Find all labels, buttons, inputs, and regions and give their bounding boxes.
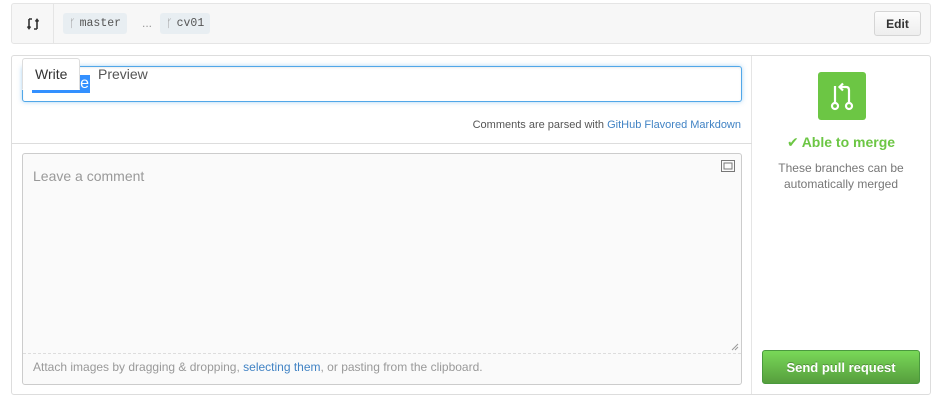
merge-status: ✔ Able to merge xyxy=(752,134,930,151)
check-icon: ✔ xyxy=(786,135,799,151)
fullscreen-icon[interactable] xyxy=(721,160,735,172)
base-branch-name: master xyxy=(79,17,122,30)
resize-handle-icon[interactable] xyxy=(731,343,739,351)
comment-editor: Leave a comment Attach images by draggin… xyxy=(22,153,742,385)
pull-request-form: riesenie Write Preview Comments are pars… xyxy=(11,55,931,395)
merge-status-text: Able to merge xyxy=(801,134,896,150)
compare-icon-cell xyxy=(12,4,54,43)
comment-textarea[interactable]: Leave a comment xyxy=(23,154,741,354)
markdown-note-text: Comments are parsed with xyxy=(472,119,608,131)
git-branch-icon: ᚴ xyxy=(69,17,76,30)
git-compare-icon xyxy=(26,17,39,30)
markdown-note: Comments are parsed with GitHub Flavored… xyxy=(473,119,741,131)
merge-sidebar: ✔ Able to merge These branches can be aut… xyxy=(752,56,930,394)
form-main: riesenie Write Preview Comments are pars… xyxy=(12,56,752,394)
tab-preview[interactable]: Preview xyxy=(86,58,160,90)
attach-prefix: Attach images by dragging & dropping, xyxy=(33,360,244,374)
markdown-help-link[interactable]: GitHub Flavored Markdown xyxy=(607,119,741,131)
compare-branch-pill[interactable]: ᚴ cv01 xyxy=(160,13,211,34)
tab-write[interactable]: Write xyxy=(22,58,81,90)
merge-description: These branches can be automatically merg… xyxy=(778,161,904,191)
git-pull-request-icon xyxy=(830,82,854,111)
attach-suffix: , or pasting from the clipboard. xyxy=(320,360,483,374)
range-separator: ... xyxy=(142,16,153,30)
select-files-link[interactable]: selecting them xyxy=(243,360,320,374)
send-pull-request-button[interactable]: Send pull request xyxy=(762,350,920,384)
compare-branch-name: cv01 xyxy=(176,17,205,30)
edit-button[interactable]: Edit xyxy=(874,11,921,36)
git-branch-icon: ᚴ xyxy=(166,17,173,30)
attach-images-note: Attach images by dragging & dropping, se… xyxy=(33,360,483,374)
comment-placeholder: Leave a comment xyxy=(33,168,145,184)
merge-badge xyxy=(818,72,866,120)
base-branch-pill[interactable]: ᚴ master xyxy=(63,13,128,34)
compare-range-bar: ᚴ master ... ᚴ cv01 Edit xyxy=(11,3,931,44)
